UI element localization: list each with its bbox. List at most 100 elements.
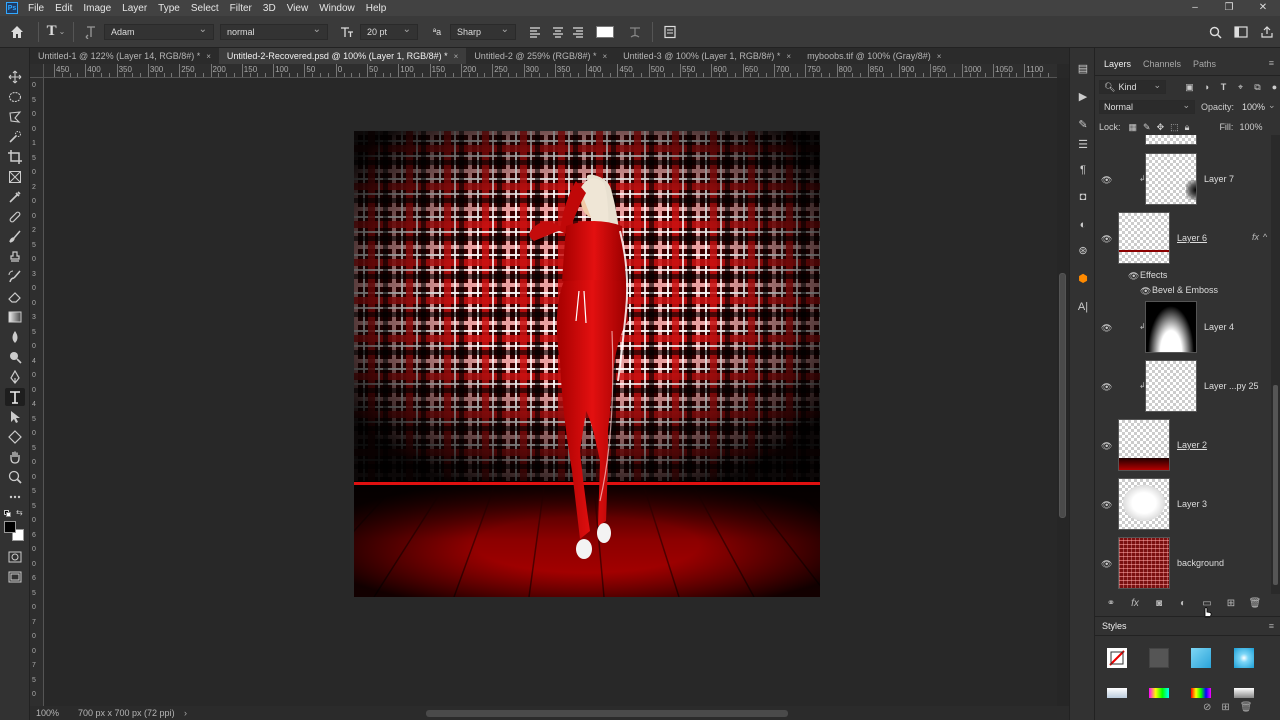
filter-adjustment-icon[interactable]: ◑: [1201, 82, 1212, 93]
style-swatch[interactable]: [1191, 688, 1211, 698]
style-swatch[interactable]: [1234, 648, 1254, 668]
effect-name[interactable]: Bevel & Emboss: [1152, 285, 1218, 295]
filter-shape-icon[interactable]: ⌖: [1235, 82, 1246, 93]
zoom-tool-icon[interactable]: [5, 468, 25, 486]
home-icon[interactable]: [0, 19, 34, 45]
layer-name[interactable]: Layer 7: [1204, 174, 1234, 184]
quick-select-tool-icon[interactable]: [5, 128, 25, 146]
paragraph-panel-icon[interactable]: ¶: [1076, 163, 1090, 177]
tab-channels[interactable]: Channels: [1137, 59, 1187, 75]
3d-panel-icon[interactable]: ⬢: [1076, 272, 1090, 286]
add-mask-icon[interactable]: ◙: [1151, 598, 1167, 609]
move-tool-icon[interactable]: [5, 68, 25, 86]
layer-row[interactable]: 👁︎ Layer 3: [1095, 476, 1271, 534]
new-adjustment-icon[interactable]: ◐: [1175, 598, 1191, 609]
layer-row[interactable]: 👁︎ ↲ Layer 7: [1095, 151, 1271, 209]
styles-menu-icon[interactable]: ≡: [1269, 621, 1274, 631]
shape-tool-icon[interactable]: [5, 428, 25, 446]
pen-tool-icon[interactable]: [5, 368, 25, 386]
menu-view[interactable]: View: [287, 3, 309, 14]
effects-label[interactable]: Effects: [1140, 270, 1167, 280]
hand-tool-icon[interactable]: [5, 448, 25, 466]
text-orientation-icon[interactable]: [78, 19, 104, 45]
doc-tab[interactable]: Untitled-2 @ 259% (RGB/8#) * ×: [466, 48, 615, 64]
close-tab-icon[interactable]: ×: [603, 52, 608, 61]
eraser-tool-icon[interactable]: [5, 288, 25, 306]
vertical-ruler[interactable]: 0 5 0 0 1 5 0 2 0 0 2 5 0 3 0 0 3 5 0 4 0 0 4 5 0 5 0 0 5 5 0 6 0 0 6 5 0 7 0 0…: [30, 78, 44, 706]
close-tab-icon[interactable]: ×: [937, 52, 942, 61]
color-picker-swatches[interactable]: [4, 521, 26, 543]
visibility-eye-icon[interactable]: 👁︎: [1101, 441, 1112, 451]
minimize-button[interactable]: –: [1178, 0, 1212, 16]
quick-mask-icon[interactable]: [5, 548, 25, 566]
screen-mode-icon[interactable]: [5, 568, 25, 586]
status-menu-arrow-icon[interactable]: ›: [184, 708, 187, 718]
marquee-tool-icon[interactable]: [5, 88, 25, 106]
menu-edit[interactable]: Edit: [55, 3, 72, 14]
menu-3d[interactable]: 3D: [263, 3, 276, 14]
fill-field[interactable]: 100%: [1239, 122, 1262, 132]
visibility-eye-icon[interactable]: 👁︎: [1101, 175, 1112, 185]
layer-name[interactable]: Layer 2: [1177, 440, 1207, 450]
tab-styles[interactable]: Styles: [1102, 621, 1127, 631]
doc-tab[interactable]: myboobs.tif @ 100% (Gray/8#) ×: [799, 48, 949, 64]
visibility-eye-icon[interactable]: 👁︎: [1101, 323, 1112, 333]
filter-toggle-icon[interactable]: ●: [1269, 82, 1280, 93]
navigator-panel-icon[interactable]: ⊛: [1076, 244, 1090, 258]
lock-paint-icon[interactable]: ✎: [1143, 122, 1151, 133]
horizontal-scroll-thumb[interactable]: [426, 710, 788, 717]
tab-layers[interactable]: Layers: [1098, 59, 1137, 75]
layer-name[interactable]: Layer ...py 25: [1204, 381, 1259, 391]
layer-name[interactable]: Layer 3: [1177, 499, 1207, 509]
align-right-icon[interactable]: [568, 19, 588, 45]
menu-select[interactable]: Select: [191, 3, 219, 14]
close-tab-icon[interactable]: ×: [786, 52, 791, 61]
color-panel-icon[interactable]: ◐: [1076, 218, 1090, 232]
new-layer-icon[interactable]: ⊞: [1223, 598, 1239, 609]
text-tool-preset-icon[interactable]: T ⌄: [43, 19, 69, 45]
effect-row[interactable]: 👁︎ Bevel & Emboss: [1095, 283, 1271, 298]
photoshop-logo[interactable]: Ps: [6, 2, 18, 14]
layer-row[interactable]: 👁︎ Layer 6 fx ^: [1095, 210, 1271, 268]
history-panel-icon[interactable]: ▤: [1076, 62, 1090, 76]
brush-tool-icon[interactable]: [5, 228, 25, 246]
visibility-eye-icon[interactable]: 👁︎: [1101, 382, 1112, 392]
clear-style-icon[interactable]: ⊘: [1203, 702, 1211, 713]
layer-name[interactable]: Layer 4: [1204, 322, 1234, 332]
doc-tab[interactable]: Untitled-1 @ 122% (Layer 14, RGB/8#) * ×: [30, 48, 219, 64]
visibility-eye-icon[interactable]: 👁︎: [1101, 500, 1112, 510]
menu-file[interactable]: File: [28, 3, 44, 14]
style-swatch[interactable]: [1149, 648, 1169, 668]
doc-tab-active[interactable]: Untitled-2-Recovered.psd @ 100% (Layer 1…: [218, 48, 467, 64]
horizontal-ruler[interactable]: 450 400 350 300 250 200 150 100 50 0 50 100 150 200 25…: [44, 64, 1057, 78]
libraries-panel-icon[interactable]: ◘: [1076, 190, 1090, 204]
font-style-select[interactable]: normal: [220, 23, 328, 40]
tab-paths[interactable]: Paths: [1187, 59, 1222, 75]
lock-move-icon[interactable]: ✥: [1157, 122, 1165, 133]
document-info[interactable]: 700 px x 700 px (72 ppi): [78, 708, 178, 718]
fx-collapse-icon[interactable]: ^: [1263, 232, 1267, 242]
layer-row[interactable]: 👁︎ ↲ Layer ...py 25: [1095, 358, 1271, 416]
search-icon[interactable]: [1202, 19, 1228, 45]
lock-artboard-icon[interactable]: ⬚: [1170, 122, 1179, 133]
blend-mode-select[interactable]: Normal: [1099, 100, 1195, 114]
character-panel-icon[interactable]: [657, 19, 683, 45]
layers-scrollbar[interactable]: [1271, 135, 1280, 594]
path-selection-tool-icon[interactable]: [5, 408, 25, 426]
eyedropper-tool-icon[interactable]: [5, 188, 25, 206]
actions-panel-icon[interactable]: ▶: [1076, 90, 1090, 104]
new-style-icon[interactable]: ⊞: [1221, 702, 1229, 713]
visibility-eye-icon[interactable]: 👁︎: [1101, 559, 1112, 569]
warp-text-icon[interactable]: [622, 19, 648, 45]
layer-name[interactable]: Layer 6: [1177, 233, 1207, 243]
swap-colors-icon[interactable]: ⇆: [16, 508, 23, 517]
layer-row[interactable]: 👁︎ background: [1095, 535, 1271, 593]
dodge-tool-icon[interactable]: [5, 348, 25, 366]
layer-name[interactable]: background: [1177, 558, 1224, 568]
link-layers-icon[interactable]: ⚭: [1103, 598, 1119, 609]
text-color-swatch[interactable]: [596, 25, 614, 38]
close-button[interactable]: ✕: [1246, 0, 1280, 16]
history-brush-tool-icon[interactable]: [5, 268, 25, 286]
font-size-select[interactable]: 20 pt: [360, 23, 418, 40]
font-family-select[interactable]: Adam: [104, 23, 214, 40]
